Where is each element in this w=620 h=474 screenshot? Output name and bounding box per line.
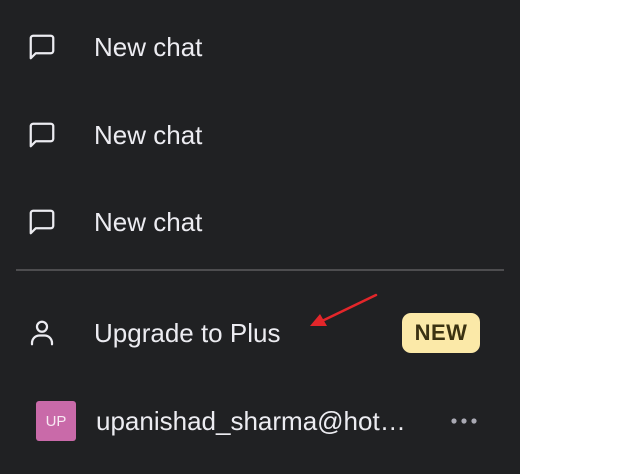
chat-item-label: New chat	[94, 119, 203, 150]
avatar: UP	[36, 401, 76, 441]
user-account-button[interactable]: UP upanishad_sharma@hotmail.com	[24, 390, 504, 452]
new-badge: NEW	[402, 313, 480, 353]
chat-item[interactable]: New chat	[24, 190, 504, 254]
page: New chat New chat New chat Upgrade to Pl…	[0, 0, 620, 474]
annotation-arrow-icon	[310, 293, 378, 326]
user-email: upanishad_sharma@hotmail.com	[96, 405, 421, 436]
chat-item-label: New chat	[94, 206, 203, 237]
more-options-button[interactable]	[448, 409, 480, 433]
message-square-icon	[24, 204, 60, 240]
chat-item[interactable]: New chat	[24, 103, 504, 167]
sidebar: New chat New chat New chat Upgrade to Pl…	[0, 0, 520, 474]
user-icon	[24, 315, 60, 351]
message-square-icon	[24, 29, 60, 65]
message-square-icon	[24, 117, 60, 153]
upgrade-label: Upgrade to Plus	[94, 317, 281, 348]
ellipsis-icon	[451, 418, 477, 424]
divider	[16, 269, 504, 271]
chat-item[interactable]: New chat	[24, 15, 504, 79]
main-content-area	[520, 0, 620, 474]
chat-item-label: New chat	[94, 31, 203, 62]
